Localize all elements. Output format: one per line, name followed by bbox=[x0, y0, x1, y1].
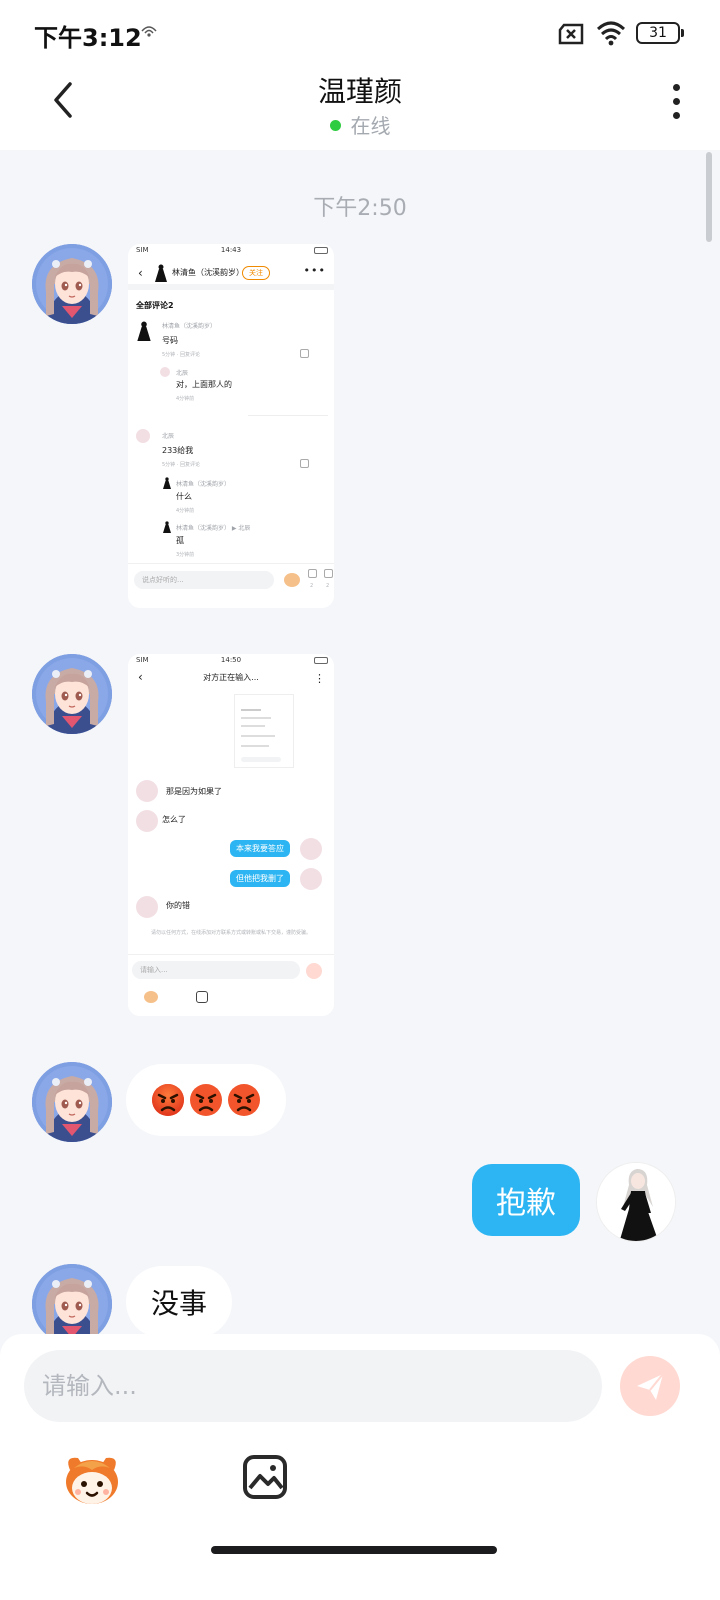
mini-composer: 请输入... bbox=[128, 954, 334, 1016]
mini-send-icon bbox=[306, 963, 322, 979]
emoji-message-bubble[interactable] bbox=[126, 1064, 286, 1136]
mini-section-title: 全部评论2 bbox=[136, 301, 174, 310]
emoji-icon[interactable] bbox=[60, 1452, 124, 1508]
dress-avatar-icon bbox=[163, 521, 171, 533]
mini-comment-meta: 5分钟 · 回复评论 bbox=[162, 462, 200, 468]
mini-comment-count-icon bbox=[308, 569, 317, 578]
message-input[interactable] bbox=[24, 1350, 602, 1422]
screenshot-message-comments[interactable]: SIM 14:43 ‹ 林清鱼（沈溪韵岁） 关注 ••• 全部评论2 林清鱼（沈… bbox=[128, 244, 334, 608]
mini-status-bar: SIM 14:43 bbox=[128, 244, 334, 258]
mini-reply-text: 什么 bbox=[176, 492, 192, 501]
emoji-row bbox=[151, 1083, 261, 1117]
mini-emoji-icon bbox=[144, 991, 158, 1003]
image-icon[interactable] bbox=[242, 1454, 288, 1500]
mini-reply-meta: 3分钟前 bbox=[176, 552, 195, 558]
mini-avatar bbox=[300, 868, 322, 890]
my-avatar[interactable] bbox=[596, 1162, 676, 1242]
received-message-bubble[interactable]: 没事 bbox=[126, 1266, 232, 1338]
mini-comment-name: 林清鱼（沈溪韵岁） bbox=[162, 323, 217, 330]
mini-comment-list: 林清鱼（沈溪韵岁） 号码 5分钟 · 回复评论 北辰 对，上面那人的 4分钟前 … bbox=[128, 311, 334, 608]
dress-avatar-icon bbox=[155, 264, 167, 282]
mini-chat-message: 你的错 bbox=[166, 901, 190, 910]
online-status: 在线 bbox=[0, 110, 720, 139]
mini-header: ‹ 林清鱼（沈溪韵岁） 关注 ••• bbox=[128, 258, 334, 290]
mini-status-bar: SIM 14:50 bbox=[128, 654, 334, 668]
mini-like-icon bbox=[300, 349, 309, 358]
mini-chat-message: 怎么了 bbox=[162, 815, 186, 824]
mini-comment-count: 2 bbox=[310, 583, 314, 589]
mini-avatar bbox=[136, 780, 158, 802]
mini-battery-icon bbox=[314, 247, 328, 254]
mini-battery-icon bbox=[314, 657, 328, 664]
mini-reply-name: 林清鱼（沈溪韵岁） ▶ 北辰 bbox=[176, 525, 251, 532]
dress-avatar-icon bbox=[163, 477, 171, 489]
mini-chat-title: 对方正在输入... bbox=[203, 673, 259, 682]
dress-avatar-icon bbox=[137, 321, 151, 341]
send-button[interactable] bbox=[620, 1356, 680, 1416]
mini-chat-header: ‹ 对方正在输入... ⋮ bbox=[128, 668, 334, 694]
mini-like-count: 2 bbox=[326, 583, 330, 589]
mini-more-icon: ••• bbox=[303, 264, 326, 277]
mini-like-icon bbox=[300, 459, 309, 468]
mini-more-icon: ⋮ bbox=[314, 672, 326, 685]
no-sim-icon bbox=[558, 23, 584, 45]
angry-face-icon bbox=[228, 1084, 260, 1116]
mini-comment-text: 233给我 bbox=[162, 446, 194, 455]
mini-back-icon: ‹ bbox=[138, 266, 143, 280]
more-vertical-icon[interactable] bbox=[666, 84, 686, 124]
wifi-icon bbox=[596, 21, 626, 46]
sent-message-bubble[interactable]: 抱歉 bbox=[472, 1164, 580, 1236]
mini-reply-name: 北辰 bbox=[176, 370, 189, 377]
mini-follow-button: 关注 bbox=[242, 266, 270, 280]
nfc-icon bbox=[141, 26, 157, 37]
mini-comment-text: 号码 bbox=[162, 336, 178, 345]
mini-like-count-icon bbox=[324, 569, 333, 578]
send-icon bbox=[637, 1373, 664, 1400]
composer-panel bbox=[0, 1334, 720, 1600]
mini-chat-message-out: 本来我要答应 bbox=[230, 840, 290, 857]
mini-reply-meta: 4分钟前 bbox=[176, 396, 195, 402]
mini-avatar bbox=[136, 896, 158, 918]
mini-avatar bbox=[136, 429, 150, 443]
online-status-label: 在线 bbox=[350, 114, 391, 138]
mini-time: 14:43 bbox=[220, 246, 242, 254]
status-time: 下午3:12 bbox=[34, 24, 142, 52]
message-timestamp: 下午2:50 bbox=[313, 196, 407, 221]
battery-indicator: 31 bbox=[636, 22, 684, 44]
mini-username: 林清鱼（沈溪韵岁） bbox=[172, 268, 244, 277]
mini-avatar bbox=[160, 367, 170, 377]
chat-header: 温瑾颜 在线 bbox=[0, 64, 720, 150]
mini-reply-text: 孤 bbox=[176, 536, 184, 545]
mini-safety-notice: 请勿以任何方式，在线添加对方联系方式或转账或私下交易，谨防受骗。 bbox=[150, 930, 311, 936]
mini-avatar bbox=[136, 810, 158, 832]
contact-avatar[interactable] bbox=[32, 244, 112, 324]
contact-avatar[interactable] bbox=[32, 654, 112, 734]
nested-screenshot bbox=[234, 694, 294, 768]
angry-face-icon bbox=[190, 1084, 222, 1116]
angry-face-icon bbox=[152, 1084, 184, 1116]
home-indicator[interactable] bbox=[211, 1546, 497, 1554]
screenshot-message-chat[interactable]: SIM 14:50 ‹ 对方正在输入... ⋮ 那是因为如果了 怎么了 本来我要… bbox=[128, 654, 334, 1016]
status-bar: 下午3:12 31 bbox=[0, 0, 720, 64]
mini-reply-name: 林清鱼（沈溪韵岁） bbox=[176, 481, 231, 488]
mini-comment-input: 说点好听的... bbox=[134, 571, 274, 589]
mini-chat-input: 请输入... bbox=[132, 961, 300, 979]
mini-comment-name: 北辰 bbox=[162, 433, 175, 440]
mini-comment-meta: 5分钟 · 回复评论 bbox=[162, 352, 200, 358]
mini-time: 14:50 bbox=[220, 656, 242, 664]
mini-chat-message: 那是因为如果了 bbox=[162, 784, 226, 799]
mini-reply-meta: 4分钟前 bbox=[176, 508, 195, 514]
mini-avatar bbox=[300, 838, 322, 860]
chat-title: 温瑾颜 bbox=[317, 75, 402, 108]
mini-reply-text: 对，上面那人的 bbox=[176, 380, 232, 389]
online-dot bbox=[329, 120, 341, 131]
mini-image-icon bbox=[196, 991, 208, 1003]
contact-avatar[interactable] bbox=[32, 1062, 112, 1142]
mini-chat-message-out: 但他把我删了 bbox=[230, 870, 290, 887]
contact-avatar[interactable] bbox=[32, 1264, 112, 1344]
